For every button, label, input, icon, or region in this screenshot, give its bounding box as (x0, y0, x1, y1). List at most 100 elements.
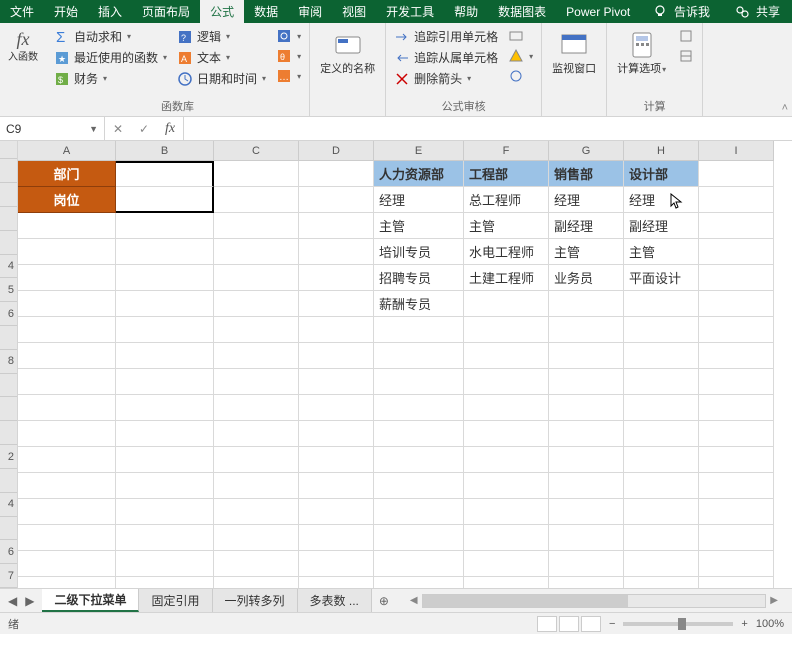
cell[interactable] (214, 447, 299, 473)
cell-F5[interactable]: 土建工程师 (464, 265, 549, 291)
cell[interactable] (116, 395, 214, 421)
cell[interactable] (116, 343, 214, 369)
cell[interactable] (116, 369, 214, 395)
calc-sheet-button[interactable] (674, 47, 698, 65)
cell[interactable] (549, 551, 624, 577)
cell[interactable] (18, 369, 116, 395)
cell[interactable] (699, 395, 774, 421)
cell[interactable] (299, 499, 374, 525)
autosum-button[interactable]: Σ自动求和▾ (50, 27, 171, 46)
cell-E4[interactable]: 培训专员 (374, 239, 464, 265)
watch-window-button[interactable]: 监视窗口 (546, 25, 602, 113)
cell[interactable] (374, 317, 464, 343)
cell[interactable] (116, 525, 214, 551)
cell-G1[interactable]: 销售部 (549, 161, 624, 187)
cell[interactable] (116, 291, 214, 317)
cell[interactable] (374, 395, 464, 421)
col-header[interactable]: E (374, 141, 464, 161)
col-header[interactable]: H (624, 141, 699, 161)
cell[interactable] (699, 343, 774, 369)
row-header[interactable] (0, 231, 17, 255)
row-header[interactable]: 5 (0, 278, 17, 302)
cell[interactable] (549, 395, 624, 421)
cell[interactable] (214, 239, 299, 265)
cell[interactable] (116, 473, 214, 499)
tab-data[interactable]: 数据 (244, 0, 288, 23)
cell[interactable] (299, 161, 374, 187)
enter-formula-button[interactable]: ✓ (131, 122, 157, 136)
text-button[interactable]: A文本▾ (173, 48, 270, 67)
cell-E6[interactable]: 薪酬专员 (374, 291, 464, 317)
cell-A2[interactable]: 岗位 (18, 187, 116, 213)
col-header[interactable]: G (549, 141, 624, 161)
zoom-in-button[interactable]: + (741, 618, 747, 630)
cell[interactable] (116, 265, 214, 291)
cell[interactable] (549, 525, 624, 551)
cell[interactable] (299, 213, 374, 239)
row-header[interactable] (0, 183, 17, 207)
cell[interactable] (624, 369, 699, 395)
cell[interactable] (214, 525, 299, 551)
tab-datachart[interactable]: 数据图表 (488, 0, 556, 23)
cell[interactable] (374, 473, 464, 499)
row-header[interactable] (0, 207, 17, 231)
cell[interactable] (299, 369, 374, 395)
trace-precedents-button[interactable]: 追踪引用单元格 (390, 27, 502, 46)
cell[interactable] (624, 395, 699, 421)
cell-H4[interactable]: 主管 (624, 239, 699, 265)
view-normal-button[interactable] (537, 616, 557, 632)
col-header[interactable]: A (18, 141, 116, 161)
col-header[interactable]: D (299, 141, 374, 161)
cell-F2[interactable]: 总工程师 (464, 187, 549, 213)
cell[interactable] (18, 395, 116, 421)
cell[interactable] (699, 577, 774, 588)
zoom-slider[interactable] (623, 622, 733, 626)
cell[interactable] (624, 447, 699, 473)
cell[interactable] (214, 499, 299, 525)
cell[interactable] (18, 213, 116, 239)
sheet-nav-prev[interactable]: ◀ (8, 594, 17, 608)
cell[interactable] (214, 317, 299, 343)
cell[interactable] (699, 369, 774, 395)
cell[interactable] (624, 421, 699, 447)
cell[interactable] (549, 577, 624, 588)
cell[interactable] (549, 499, 624, 525)
cell[interactable] (116, 213, 214, 239)
cell[interactable] (18, 421, 116, 447)
define-name-button[interactable]: 定义的名称 (314, 25, 381, 113)
cell[interactable] (116, 551, 214, 577)
tab-file[interactable]: 文件 (0, 0, 44, 23)
cell[interactable] (464, 473, 549, 499)
math-button[interactable]: θ▾ (272, 47, 305, 65)
cell[interactable] (214, 577, 299, 588)
show-formulas-button[interactable] (504, 27, 537, 45)
cell[interactable] (549, 369, 624, 395)
add-sheet-button[interactable]: ⊕ (372, 594, 396, 608)
view-page-break-button[interactable] (581, 616, 601, 632)
cell[interactable] (464, 317, 549, 343)
cell[interactable] (214, 421, 299, 447)
cell[interactable] (299, 343, 374, 369)
cell[interactable] (549, 421, 624, 447)
cell[interactable] (18, 499, 116, 525)
cell-E1[interactable]: 人力资源部 (374, 161, 464, 187)
cell[interactable] (699, 525, 774, 551)
calc-now-button[interactable] (674, 27, 698, 45)
cell[interactable] (549, 447, 624, 473)
row-header[interactable]: 8 (0, 350, 17, 374)
cell[interactable] (624, 473, 699, 499)
cell[interactable] (299, 525, 374, 551)
col-header[interactable]: C (214, 141, 299, 161)
cell-B1[interactable] (116, 161, 214, 187)
tab-developer[interactable]: 开发工具 (376, 0, 444, 23)
cell[interactable] (699, 447, 774, 473)
cell[interactable] (116, 317, 214, 343)
chevron-down-icon[interactable]: ▼ (89, 124, 98, 134)
cell-B2[interactable] (116, 187, 214, 213)
tab-powerpivot[interactable]: Power Pivot (556, 0, 640, 23)
cell[interactable] (18, 551, 116, 577)
cell[interactable] (299, 551, 374, 577)
cell[interactable] (214, 161, 299, 187)
col-header[interactable]: F (464, 141, 549, 161)
cell[interactable] (464, 291, 549, 317)
